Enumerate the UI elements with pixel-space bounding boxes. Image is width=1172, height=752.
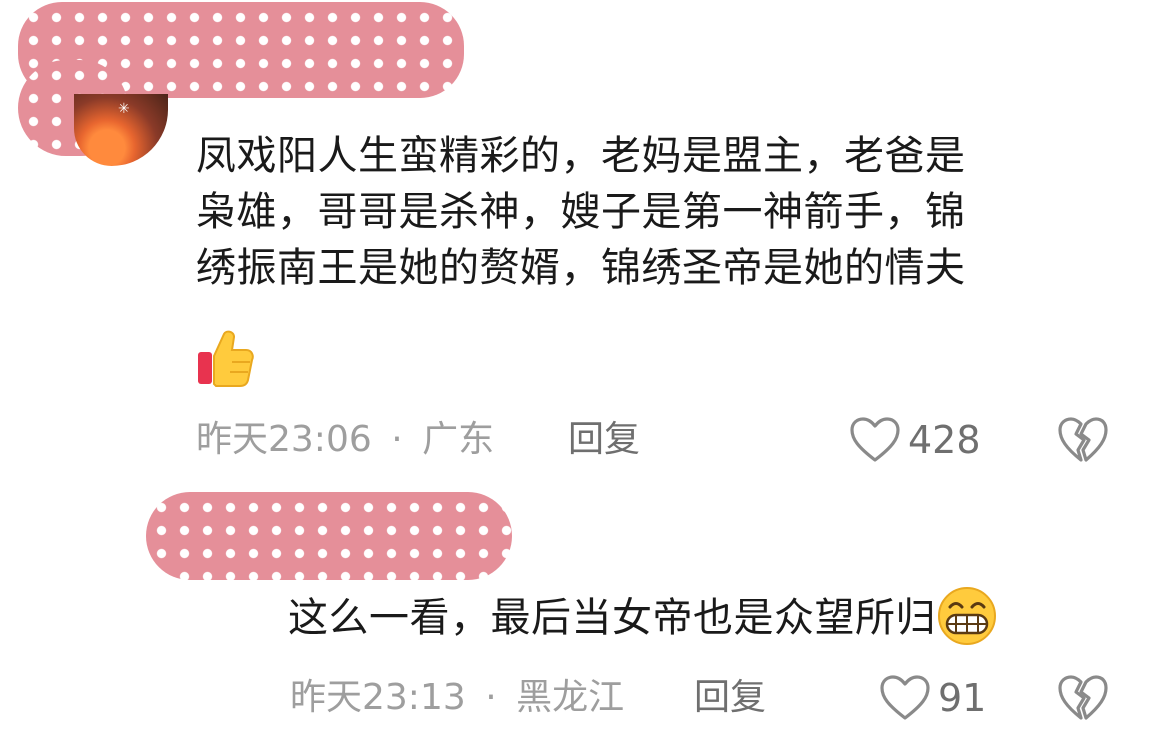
broken-heart-icon[interactable] [1056, 416, 1110, 464]
comment-2-text: 这么一看，最后当女帝也是众望所归 [288, 587, 1168, 647]
grinning-face-icon [938, 587, 996, 645]
thumbs-up-icon [198, 330, 254, 387]
meta-separator: · [391, 419, 403, 460]
heart-outline-icon [850, 417, 900, 462]
comment-time: 昨天23:06 [196, 419, 372, 460]
meta-separator: · [485, 677, 497, 718]
comment-location: 广东 [422, 419, 495, 460]
avatar-1[interactable]: ✳ [74, 94, 168, 166]
comment-1-meta: 昨天23:06 · 广东 [196, 418, 494, 462]
comment-1-line: 绣振南王是她的赘婿，锦绣圣帝是她的情夫 [196, 245, 966, 291]
comment-time: 昨天23:13 [290, 677, 466, 718]
comment-1-text: 凤戏阳人生蛮精彩的，老妈是盟主，老爸是 枭雄，哥哥是杀神，嫂子是第一神箭手，锦 … [196, 128, 1136, 296]
heart-outline-icon [880, 675, 930, 720]
comment-1-line: 凤戏阳人生蛮精彩的，老妈是盟主，老爸是 [196, 133, 966, 179]
like-button[interactable]: 91 [878, 674, 986, 722]
comment-2-body: 这么一看，最后当女帝也是众望所归 [288, 595, 936, 641]
like-count: 428 [908, 418, 981, 462]
username-censor-2 [146, 492, 512, 580]
watermark-fade [1102, 708, 1172, 748]
like-count: 91 [938, 676, 987, 720]
sparkle-icon: ✳ [118, 101, 130, 117]
comment-location: 黑龙江 [516, 677, 625, 718]
comment-1-line: 枭雄，哥哥是杀神，嫂子是第一神箭手，锦 [196, 189, 966, 235]
comment-2-meta: 昨天23:13 · 黑龙江 [290, 676, 624, 720]
reply-button[interactable]: 回复 [568, 418, 640, 462]
like-button[interactable]: 428 [848, 416, 981, 464]
comment-thread: ✳ 凤戏阳人生蛮精彩的，老妈是盟主，老爸是 枭雄，哥哥是杀神，嫂子是第一神箭手，… [0, 0, 1172, 752]
reply-button[interactable]: 回复 [694, 676, 766, 720]
